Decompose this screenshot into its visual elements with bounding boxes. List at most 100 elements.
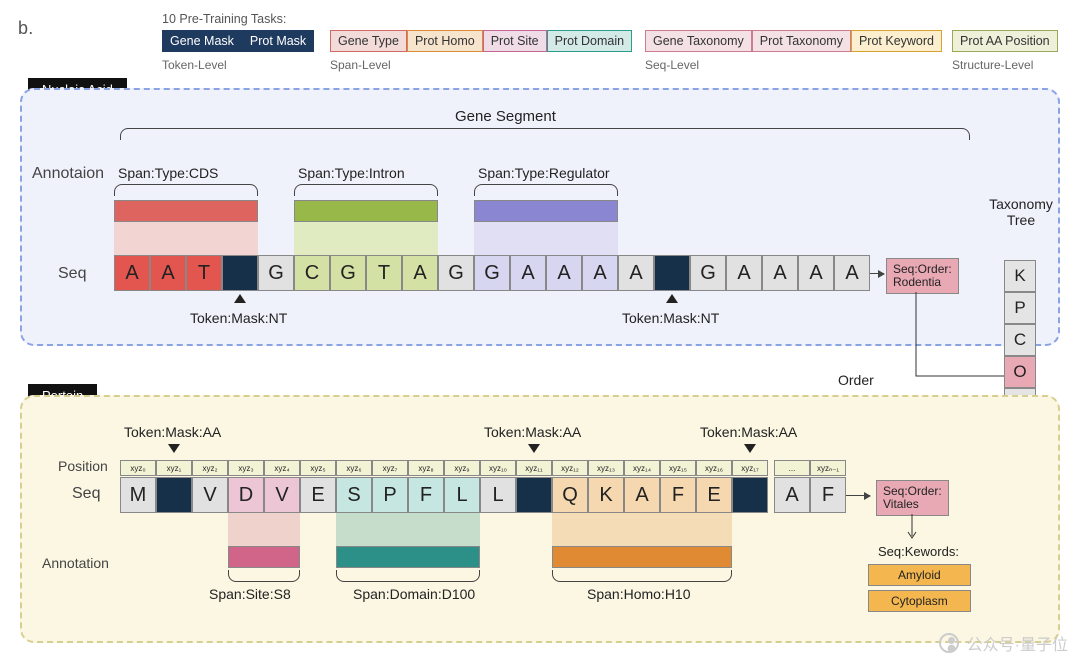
span-label: Span:Type:Regulator xyxy=(478,165,610,181)
legend-title: 10 Pre-Training Tasks: xyxy=(162,12,286,26)
nucleotide-box: A xyxy=(546,255,582,291)
protein-position-label: Position xyxy=(58,458,108,474)
legend-chip: Prot Mask xyxy=(242,30,314,52)
legend-chip: Prot Keyword xyxy=(851,30,942,52)
legend-chip: Gene Type xyxy=(330,30,407,52)
aa-box: L xyxy=(444,477,480,513)
aa-box: K xyxy=(588,477,624,513)
mask-label: Token:Mask:NT xyxy=(190,310,287,326)
taxonomy-connector xyxy=(886,292,1016,392)
aa-box xyxy=(156,477,192,513)
aa-position: xyz₁₂ xyxy=(552,460,588,476)
aa-box: E xyxy=(300,477,336,513)
aa-position: xyz₆ xyxy=(336,460,372,476)
aa-box: L xyxy=(480,477,516,513)
aa-box: M xyxy=(120,477,156,513)
arrow-right-icon xyxy=(870,273,884,274)
aa-position: xyz₁₆ xyxy=(696,460,732,476)
span-label: Span:Type:Intron xyxy=(298,165,405,181)
keywords-label: Seq:Kewords: xyxy=(878,544,959,559)
legend-group: Gene TypeProt HomoProt SiteProt Domain xyxy=(330,30,632,52)
aa-position: xyz₄ xyxy=(264,460,300,476)
aa-box: S xyxy=(336,477,372,513)
span-brace xyxy=(552,570,732,582)
aa-position: xyz₀ xyxy=(120,460,156,476)
nucleotide-box: G xyxy=(690,255,726,291)
nucleic-seq-order: Seq:Order: Rodentia xyxy=(886,258,959,294)
mask-label: Token:Mask:AA xyxy=(700,424,797,440)
aa-box: P xyxy=(372,477,408,513)
nucleotide-box: G xyxy=(474,255,510,291)
span-brace xyxy=(114,184,258,196)
aa-position: xyzₙ₋₁ xyxy=(810,460,846,476)
nucleotide-box xyxy=(222,255,258,291)
aa-box: A xyxy=(774,477,810,513)
aa-position: xyz₇ xyxy=(372,460,408,476)
legend-level: Seq-Level xyxy=(645,58,699,72)
arrow-down-icon xyxy=(168,444,180,453)
protein-position-row: xyz₀xyz₁xyz₂xyz₃xyz₄xyz₅xyz₆xyz₇xyz₈xyz₉… xyxy=(120,460,846,476)
legend-chip: Prot Taxonomy xyxy=(752,30,851,52)
aa-position: xyz₈ xyxy=(408,460,444,476)
arrow-down-icon xyxy=(744,444,756,453)
panel-letter: b. xyxy=(18,18,33,39)
span-brace xyxy=(474,184,618,196)
span-bar xyxy=(336,546,480,568)
legend-chip: Prot Site xyxy=(483,30,547,52)
nucleotide-box: T xyxy=(366,255,402,291)
legend-chip: Prot Homo xyxy=(407,30,483,52)
span-bar xyxy=(552,546,732,568)
aa-box: F xyxy=(660,477,696,513)
aa-position: xyz₁ xyxy=(156,460,192,476)
protein-seq-row: MVDVESPFLLQKAFEAF xyxy=(120,477,846,513)
span-shade xyxy=(474,222,618,255)
span-shade xyxy=(114,222,258,255)
nucleic-seq-order-value: Rodentia xyxy=(893,275,941,289)
nucleotide-box: G xyxy=(258,255,294,291)
span-label: Span:Domain:D100 xyxy=(353,586,475,602)
nucleotide-box: C xyxy=(294,255,330,291)
nucleotide-box: A xyxy=(798,255,834,291)
nucleotide-box: A xyxy=(834,255,870,291)
aa-position: xyz₅ xyxy=(300,460,336,476)
span-brace xyxy=(336,570,480,582)
span-bar xyxy=(228,546,300,568)
arrow-up-icon xyxy=(234,294,246,303)
span-label: Span:Type:CDS xyxy=(118,165,218,181)
aa-position: xyz₁₀ xyxy=(480,460,516,476)
aa-box: D xyxy=(228,477,264,513)
aa-position: xyz₁₃ xyxy=(588,460,624,476)
legend-chip: Gene Mask xyxy=(162,30,242,52)
arrow-right-icon xyxy=(846,495,870,496)
protein-seq-order-label: Seq:Order: xyxy=(883,484,942,498)
watermark: 公众号·量子位 xyxy=(939,631,1068,655)
aa-position: xyz₁₄ xyxy=(624,460,660,476)
watermark-text: 公众号·量子位 xyxy=(967,631,1068,655)
nucleotide-box: A xyxy=(582,255,618,291)
nucleic-annotation-label: Annotaion xyxy=(32,165,104,183)
aa-box: E xyxy=(696,477,732,513)
legend-level: Span-Level xyxy=(330,58,391,72)
aa-box: V xyxy=(192,477,228,513)
span-shade xyxy=(294,222,438,255)
span-brace xyxy=(228,570,300,582)
aa-box xyxy=(732,477,768,513)
keywords-list: AmyloidCytoplasm xyxy=(868,564,971,612)
taxonomy-title: Taxonomy Tree xyxy=(985,196,1057,228)
nucleic-seq-order-label: Seq:Order: xyxy=(893,262,952,276)
span-bar xyxy=(294,200,438,222)
span-bar xyxy=(114,200,258,222)
legend-level: Token-Level xyxy=(162,58,227,72)
mask-label: Token:Mask:AA xyxy=(124,424,221,440)
legend-group: Prot AA Position xyxy=(952,30,1058,52)
nucleotide-box: G xyxy=(330,255,366,291)
aa-position: xyz₁₇ xyxy=(732,460,768,476)
protein-annotation-label: Annotation xyxy=(42,555,109,571)
nucleotide-box: A xyxy=(402,255,438,291)
aa-position: xyz₃ xyxy=(228,460,264,476)
keyword-item: Cytoplasm xyxy=(868,590,971,612)
span-label: Span:Site:S8 xyxy=(209,586,291,602)
nucleotide-box: G xyxy=(438,255,474,291)
arrow-up-icon xyxy=(666,294,678,303)
aa-position: xyz₂ xyxy=(192,460,228,476)
